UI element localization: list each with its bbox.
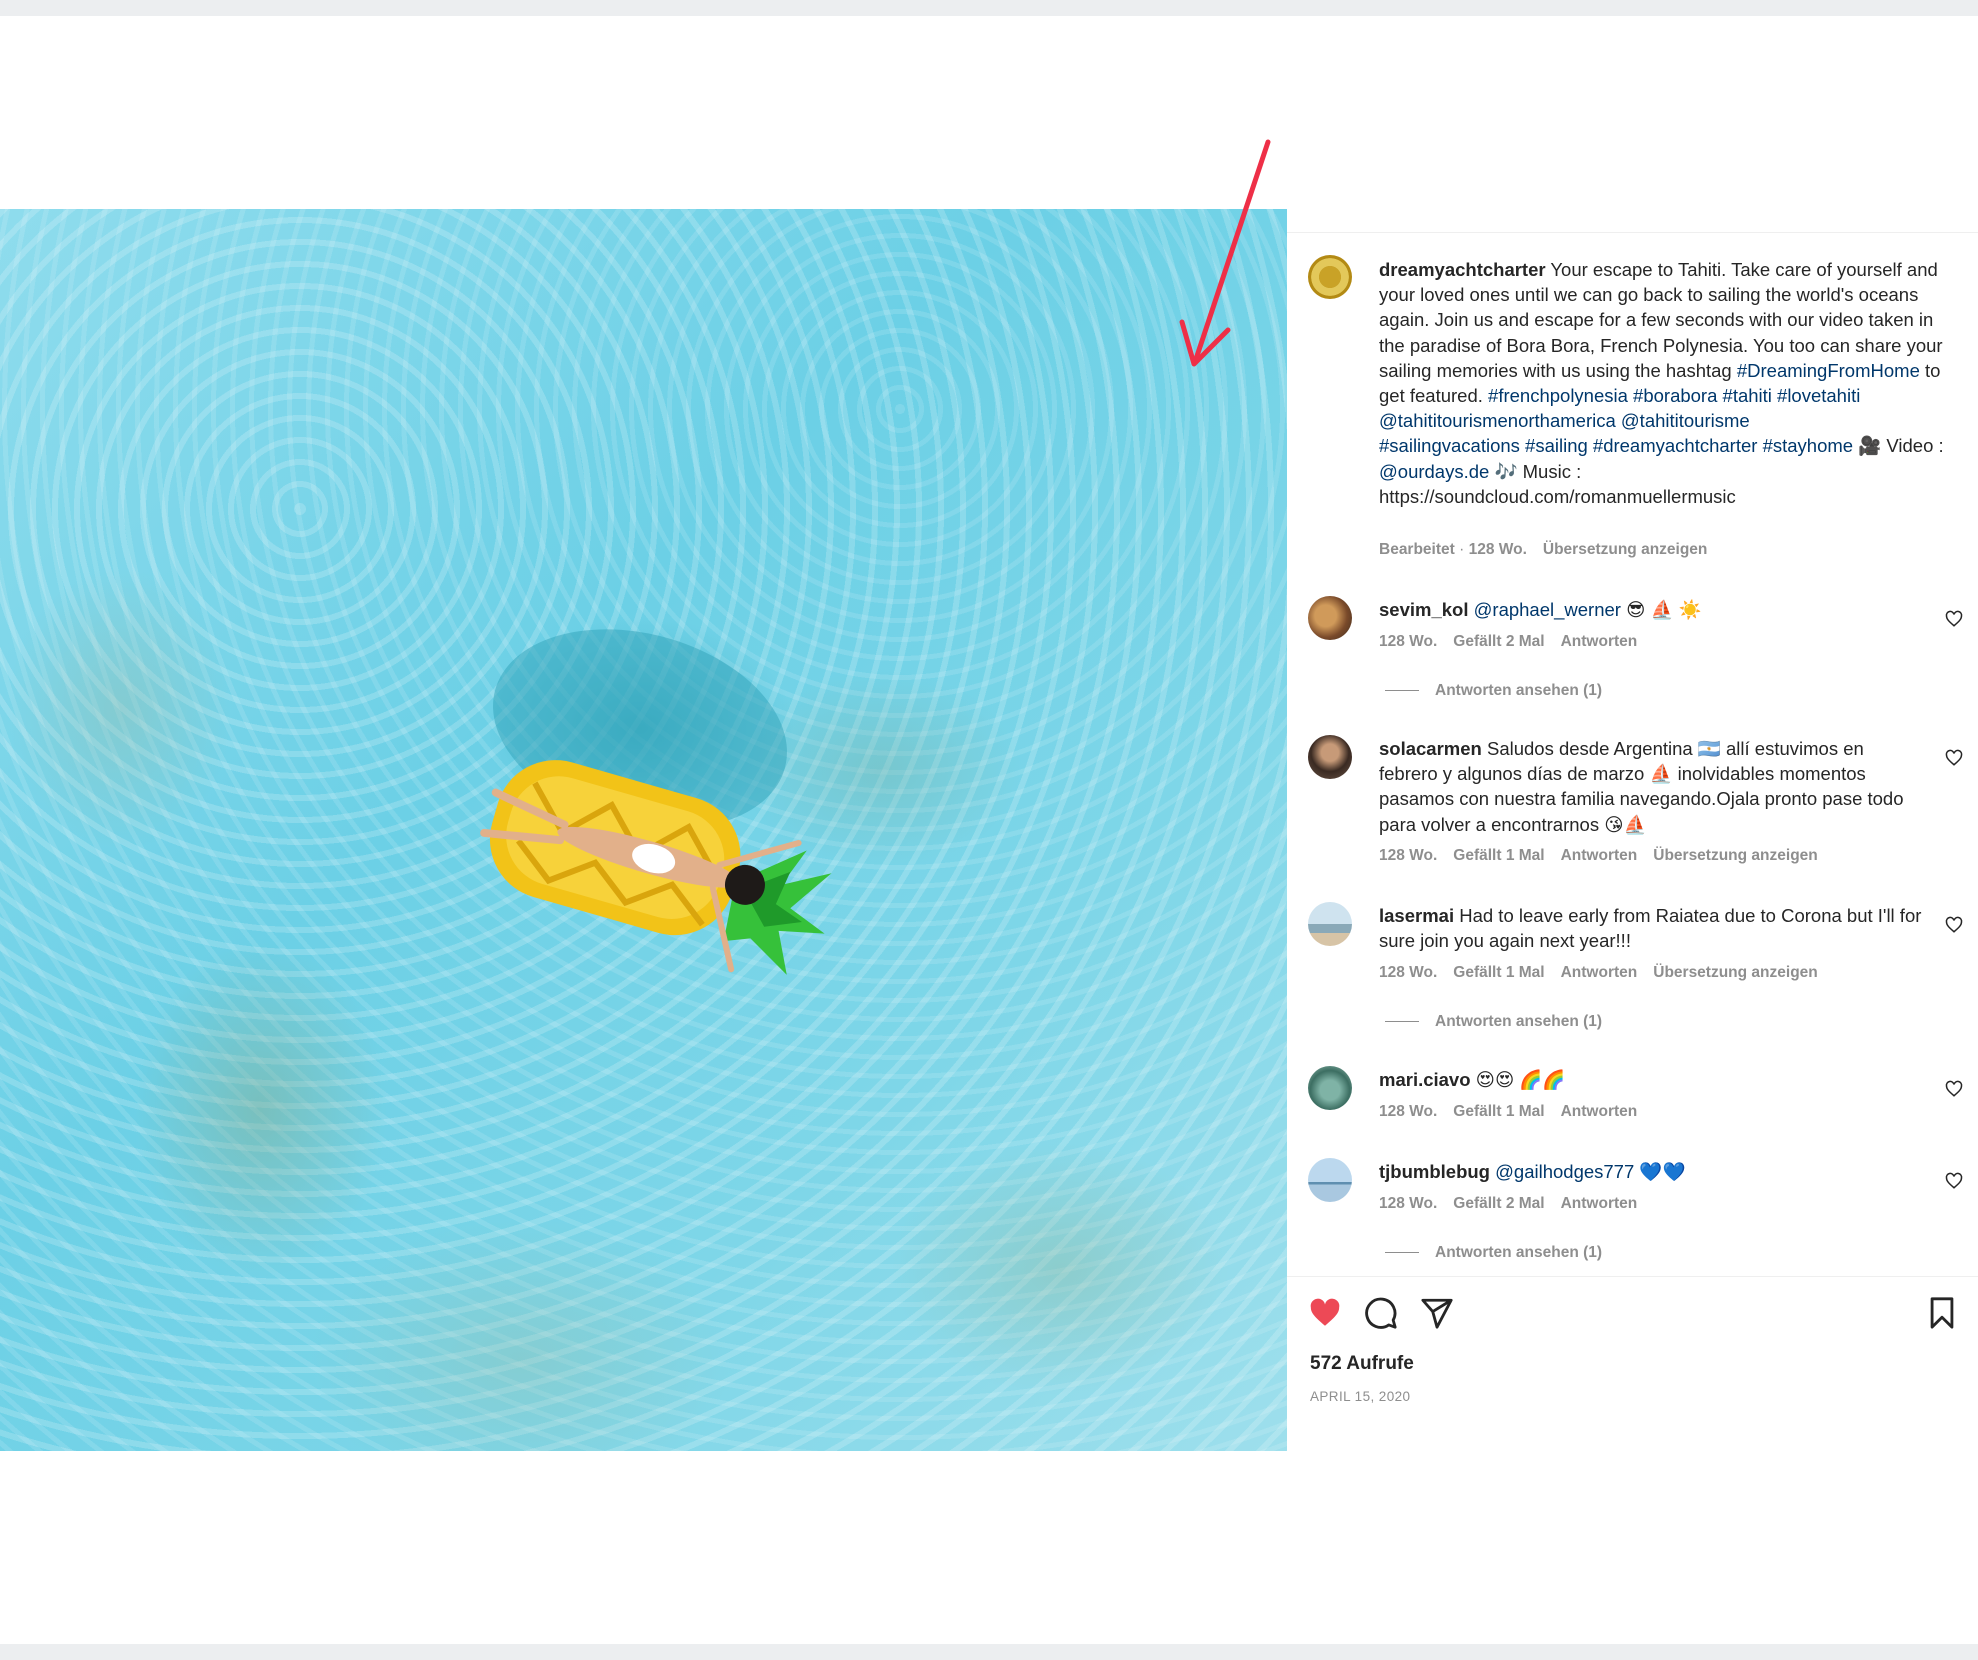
heart-filled-icon[interactable] xyxy=(1308,1296,1342,1330)
post-date[interactable]: APRIL 15, 2020 xyxy=(1310,1389,1410,1404)
replies-divider xyxy=(1385,690,1419,692)
music-url: https://soundcloud.com/romanmuellermusic xyxy=(1379,485,1736,507)
view-replies-button[interactable]: Antworten ansehen (1) xyxy=(1385,682,1602,700)
video-frame-illustration xyxy=(480,629,832,975)
view-replies-button[interactable]: Antworten ansehen (1) xyxy=(1385,1244,1602,1262)
browser-top-strip xyxy=(0,0,1978,16)
translate-link[interactable]: Übersetzung anzeigen xyxy=(1653,847,1818,864)
avatar[interactable] xyxy=(1308,1066,1352,1110)
reply-button[interactable]: Antworten xyxy=(1561,847,1638,864)
heart-outline-icon[interactable] xyxy=(1945,610,1963,628)
mention-link[interactable]: @gailhodges777 xyxy=(1495,1161,1634,1182)
reply-button[interactable]: Antworten xyxy=(1561,633,1638,650)
replies-divider xyxy=(1385,1252,1419,1254)
mention-link[interactable]: @raphael_werner xyxy=(1474,599,1621,620)
mention-link[interactable]: @ourdays.de xyxy=(1379,461,1489,482)
hashtag-link[interactable]: #DreamingFromHome xyxy=(1737,360,1920,381)
heart-outline-icon[interactable] xyxy=(1945,1172,1963,1190)
likes-count[interactable]: Gefällt 1 Mal xyxy=(1453,1103,1544,1120)
paper-plane-icon[interactable] xyxy=(1420,1296,1454,1330)
likes-count[interactable]: Gefällt 2 Mal xyxy=(1453,1195,1544,1212)
reply-button[interactable]: Antworten xyxy=(1561,1195,1638,1212)
likes-count[interactable]: Gefällt 2 Mal xyxy=(1453,633,1544,650)
bookmark-icon[interactable] xyxy=(1925,1296,1959,1330)
hashtag-links[interactable]: #frenchpolynesia #borabora #tahiti #love… xyxy=(1488,385,1860,406)
mention-links[interactable]: @tahititourismenorthamerica @tahititouri… xyxy=(1379,410,1750,431)
heart-outline-icon[interactable] xyxy=(1945,916,1963,934)
view-replies-button[interactable]: Antworten ansehen (1) xyxy=(1385,1013,1602,1031)
browser-bottom-strip xyxy=(0,1644,1978,1660)
translate-link[interactable]: Übersetzung anzeigen xyxy=(1653,964,1818,981)
replies-divider xyxy=(1385,1021,1419,1023)
author-username[interactable]: dreamyachtcharter xyxy=(1379,259,1546,280)
caption-meta: Bearbeitet · 128 Wo. Übersetzung anzeigen xyxy=(1379,541,1708,558)
avatar[interactable] xyxy=(1308,596,1352,640)
likes-count[interactable]: Gefällt 1 Mal xyxy=(1453,964,1544,981)
hashtag-links[interactable]: #sailingvacations #sailing #dreamyachtch… xyxy=(1379,435,1853,456)
view-count[interactable]: 572 Aufrufe xyxy=(1310,1353,1414,1375)
comment-username[interactable]: sevim_kol xyxy=(1379,599,1468,620)
avatar[interactable] xyxy=(1308,735,1352,779)
heart-outline-icon[interactable] xyxy=(1945,1080,1963,1098)
comment-username[interactable]: solacarmen xyxy=(1379,738,1482,759)
post-side-panel: dreamyachtcharter Your escape to Tahiti.… xyxy=(1287,232,1978,1432)
avatar[interactable] xyxy=(1308,902,1352,946)
reply-button[interactable]: Antworten xyxy=(1561,1103,1638,1120)
author-avatar[interactable] xyxy=(1308,255,1352,299)
actions-divider xyxy=(1287,1276,1978,1277)
likes-count[interactable]: Gefällt 1 Mal xyxy=(1453,847,1544,864)
translate-link[interactable]: Übersetzung anzeigen xyxy=(1543,541,1708,558)
post-caption: dreamyachtcharter Your escape to Tahiti.… xyxy=(1379,259,1944,507)
post-video[interactable] xyxy=(0,209,1287,1451)
comment-username[interactable]: mari.ciavo xyxy=(1379,1069,1471,1090)
comment-username[interactable]: lasermai xyxy=(1379,905,1454,926)
comment-bubble-icon[interactable] xyxy=(1364,1296,1398,1330)
heart-outline-icon[interactable] xyxy=(1945,749,1963,767)
post-age: 128 Wo. xyxy=(1468,541,1527,558)
comment-username[interactable]: tjbumblebug xyxy=(1379,1161,1490,1182)
reply-button[interactable]: Antworten xyxy=(1561,964,1638,981)
avatar[interactable] xyxy=(1308,1158,1352,1202)
annotation-arrow xyxy=(1179,139,1271,367)
